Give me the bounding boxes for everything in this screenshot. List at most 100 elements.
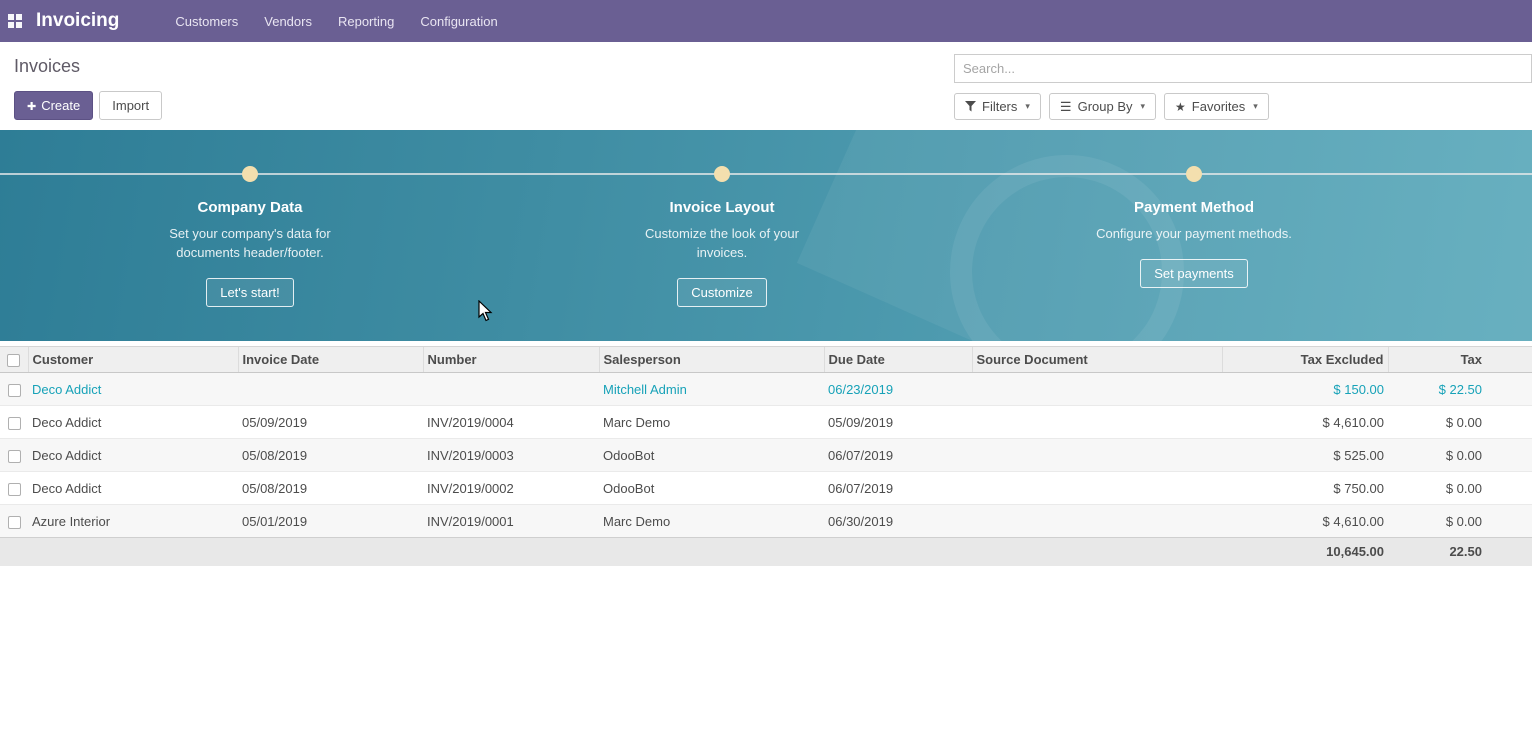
cell-salesperson: Marc Demo: [599, 406, 824, 439]
cell-invoice-date: 05/08/2019: [238, 472, 423, 505]
onboarding-step-invoice-layout: Invoice Layout Customize the look of you…: [486, 130, 958, 341]
column-number[interactable]: Number: [423, 347, 599, 373]
cell-tax: $ 0.00: [1388, 472, 1532, 505]
step-description: Configure your payment methods.: [958, 225, 1430, 244]
cell-due-date: 06/23/2019: [824, 373, 972, 406]
filters-label: Filters: [982, 99, 1017, 114]
cell-source-document: [972, 472, 1222, 505]
row-checkbox[interactable]: [8, 450, 21, 463]
onboarding-step-payment-method: Payment Method Configure your payment me…: [958, 130, 1430, 341]
control-panel: Invoices ✚Create Import Filters ▾ ☰ Grou…: [0, 42, 1532, 130]
app-name[interactable]: Invoicing: [36, 10, 119, 32]
row-checkbox[interactable]: [8, 483, 21, 496]
table-row[interactable]: Deco Addict Mitchell Admin 06/23/2019 $ …: [0, 373, 1532, 406]
filters-button[interactable]: Filters ▾: [954, 93, 1041, 120]
list-icon: ☰: [1060, 100, 1072, 113]
favorites-label: Favorites: [1192, 99, 1245, 114]
step-dot-icon: [1186, 166, 1202, 182]
column-tax-excluded[interactable]: Tax Excluded: [1222, 347, 1388, 373]
invoice-list: Customer Invoice Date Number Salesperson…: [0, 346, 1532, 566]
table-header-row: Customer Invoice Date Number Salesperson…: [0, 347, 1532, 373]
top-navbar: Invoicing Customers Vendors Reporting Co…: [0, 0, 1532, 42]
cell-source-document: [972, 373, 1222, 406]
cell-tax-excluded: $ 4,610.00: [1222, 505, 1388, 538]
favorites-button[interactable]: ★ Favorites ▾: [1164, 93, 1269, 120]
column-tax[interactable]: Tax: [1388, 347, 1532, 373]
step-title: Invoice Layout: [486, 199, 958, 216]
cell-tax-excluded: $ 4,610.00: [1222, 406, 1388, 439]
cell-tax: $ 22.50: [1388, 373, 1532, 406]
cell-tax-excluded: $ 150.00: [1222, 373, 1388, 406]
menu-reporting[interactable]: Reporting: [338, 14, 394, 29]
onboarding-banner: Company Data Set your company's data for…: [0, 130, 1532, 341]
group-by-label: Group By: [1078, 99, 1133, 114]
row-checkbox[interactable]: [8, 516, 21, 529]
column-invoice-date[interactable]: Invoice Date: [238, 347, 423, 373]
cell-due-date: 06/07/2019: [824, 472, 972, 505]
column-salesperson[interactable]: Salesperson: [599, 347, 824, 373]
column-customer[interactable]: Customer: [28, 347, 238, 373]
search-input[interactable]: [954, 54, 1532, 83]
chevron-down-icon: ▾: [1141, 101, 1146, 112]
import-button[interactable]: Import: [99, 91, 162, 120]
step-dot-icon: [242, 166, 258, 182]
funnel-icon: [965, 101, 976, 112]
cell-number: INV/2019/0004: [423, 406, 599, 439]
step-title: Payment Method: [958, 199, 1430, 216]
customize-button[interactable]: Customize: [677, 278, 766, 307]
column-source-document[interactable]: Source Document: [972, 347, 1222, 373]
invoice-table-body: Deco Addict Mitchell Admin 06/23/2019 $ …: [0, 373, 1532, 538]
table-row[interactable]: Deco Addict 05/08/2019 INV/2019/0002 Odo…: [0, 472, 1532, 505]
step-description: Set your company's data for documents he…: [14, 225, 486, 263]
table-row[interactable]: Azure Interior 05/01/2019 INV/2019/0001 …: [0, 505, 1532, 538]
row-checkbox[interactable]: [8, 417, 21, 430]
cell-due-date: 05/09/2019: [824, 406, 972, 439]
cell-source-document: [972, 505, 1222, 538]
table-row[interactable]: Deco Addict 05/08/2019 INV/2019/0003 Odo…: [0, 439, 1532, 472]
row-checkbox[interactable]: [8, 384, 21, 397]
cell-number: INV/2019/0003: [423, 439, 599, 472]
cell-invoice-date: 05/08/2019: [238, 439, 423, 472]
cell-due-date: 06/30/2019: [824, 505, 972, 538]
cell-tax: $ 0.00: [1388, 439, 1532, 472]
cell-invoice-date: [238, 373, 423, 406]
search-options: Filters ▾ ☰ Group By ▾ ★ Favorites ▾: [954, 93, 1532, 120]
menu-vendors[interactable]: Vendors: [264, 14, 312, 29]
step-dot-icon: [714, 166, 730, 182]
apps-grid-icon[interactable]: [8, 14, 22, 28]
step-description: Customize the look of your invoices.: [486, 225, 958, 263]
select-all-checkbox[interactable]: [7, 354, 20, 367]
cell-customer: Deco Addict: [28, 373, 238, 406]
cell-customer: Azure Interior: [28, 505, 238, 538]
star-icon: ★: [1175, 101, 1186, 113]
chevron-down-icon: ▾: [1025, 101, 1030, 112]
cell-due-date: 06/07/2019: [824, 439, 972, 472]
cell-salesperson: OdooBot: [599, 439, 824, 472]
set-payments-button[interactable]: Set payments: [1140, 259, 1248, 288]
total-tax: 22.50: [1388, 538, 1532, 566]
onboarding-step-company-data: Company Data Set your company's data for…: [14, 130, 486, 341]
cell-number: [423, 373, 599, 406]
lets-start-button[interactable]: Let's start!: [206, 278, 294, 307]
cell-customer: Deco Addict: [28, 406, 238, 439]
cell-invoice-date: 05/09/2019: [238, 406, 423, 439]
column-due-date[interactable]: Due Date: [824, 347, 972, 373]
cell-number: INV/2019/0001: [423, 505, 599, 538]
menu-customers[interactable]: Customers: [175, 14, 238, 29]
cell-tax: $ 0.00: [1388, 406, 1532, 439]
menu-configuration[interactable]: Configuration: [420, 14, 497, 29]
cell-number: INV/2019/0002: [423, 472, 599, 505]
cell-salesperson: OdooBot: [599, 472, 824, 505]
cell-tax-excluded: $ 750.00: [1222, 472, 1388, 505]
cell-source-document: [972, 406, 1222, 439]
cell-invoice-date: 05/01/2019: [238, 505, 423, 538]
total-tax-excluded: 10,645.00: [1222, 538, 1388, 566]
table-row[interactable]: Deco Addict 05/09/2019 INV/2019/0004 Mar…: [0, 406, 1532, 439]
chevron-down-icon: ▾: [1253, 101, 1258, 112]
navbar-menu: Customers Vendors Reporting Configuratio…: [175, 14, 497, 29]
cell-customer: Deco Addict: [28, 472, 238, 505]
totals-row: 10,645.00 22.50: [0, 538, 1532, 566]
group-by-button[interactable]: ☰ Group By ▾: [1049, 93, 1156, 120]
cell-tax: $ 0.00: [1388, 505, 1532, 538]
create-button[interactable]: ✚Create: [14, 91, 93, 120]
